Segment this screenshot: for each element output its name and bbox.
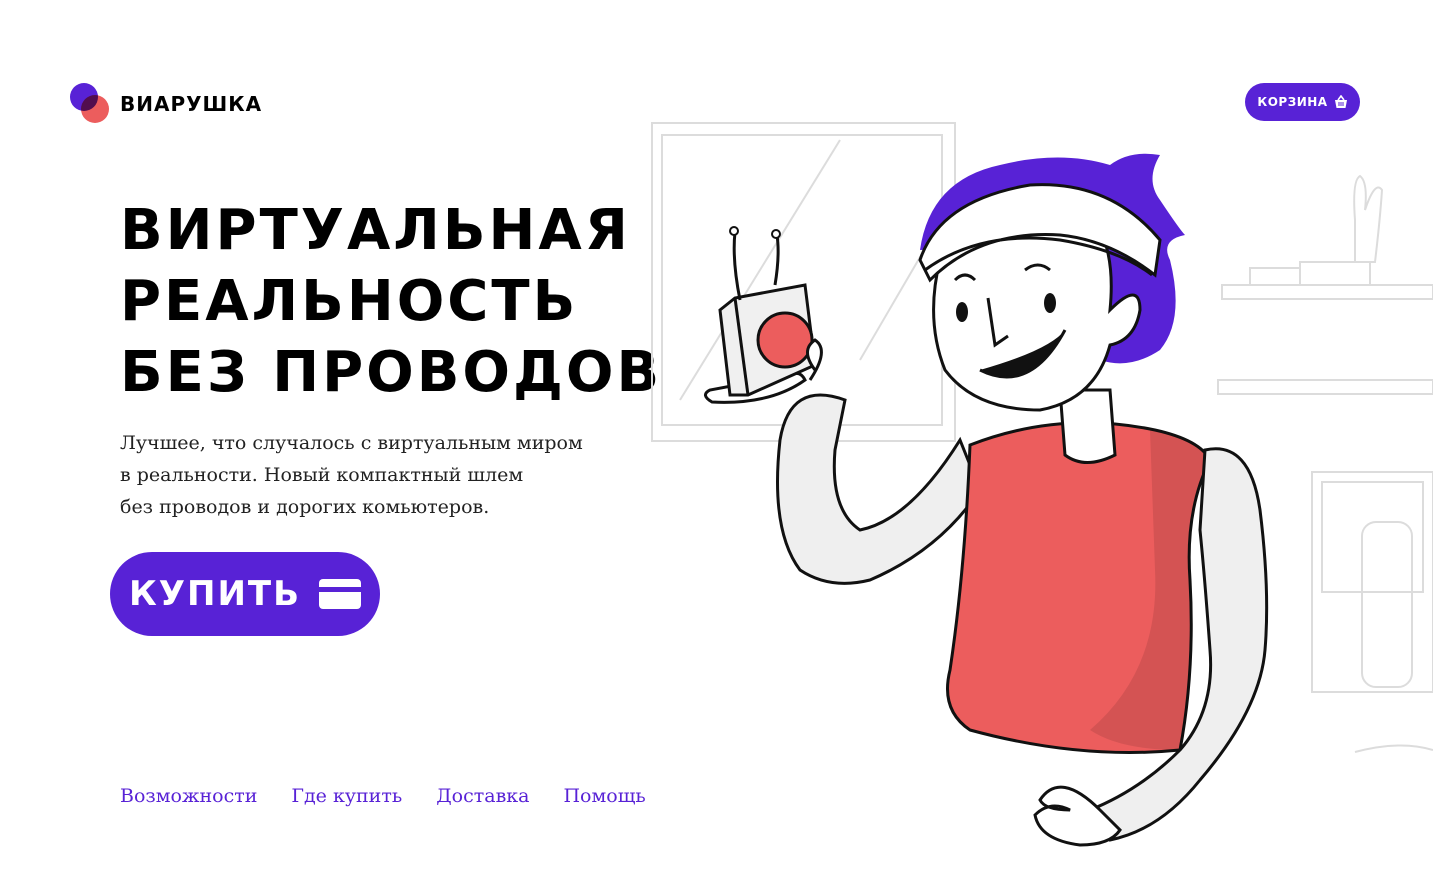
hero-description: Лучшее, что случалось с виртуальным миро… [120, 427, 620, 523]
footer-nav: Возможности Где купить Доставка Помощь [120, 785, 646, 807]
credit-card-icon [319, 579, 362, 609]
description-line: Лучшее, что случалось с виртуальным миро… [120, 432, 583, 454]
hero-title-line: РЕАЛЬНОСТЬ [120, 269, 579, 334]
hero-title-line: ВИРТУАЛЬНАЯ [120, 198, 631, 263]
buy-label: КУПИТЬ [128, 574, 302, 614]
nav-link-where-to-buy[interactable]: Где купить [291, 785, 402, 807]
remote-device [704, 226, 823, 404]
cart-label: КОРЗИНА [1257, 95, 1328, 109]
nav-link-delivery[interactable]: Доставка [436, 785, 529, 807]
nav-link-help[interactable]: Помощь [563, 785, 645, 807]
window-background [651, 122, 956, 442]
vr-user-illustration [651, 122, 1433, 847]
hero-title-line: БЕЗ ПРОВОДОВ [120, 340, 663, 405]
description-line: без проводов и дорогих комьютеров. [120, 496, 490, 518]
hero-title: ВИРТУАЛЬНАЯ РЕАЛЬНОСТЬ БЕЗ ПРОВОДОВ [120, 195, 662, 408]
basket-icon [1334, 95, 1347, 108]
brand-logo[interactable]: ВИАРУШКА [70, 83, 262, 125]
nav-link-features[interactable]: Возможности [120, 785, 257, 807]
description-line: в реальности. Новый компактный шлем [120, 464, 524, 486]
buy-button[interactable]: КУПИТЬ [110, 552, 380, 636]
brand-name: ВИАРУШКА [120, 92, 263, 116]
logo-icon [70, 83, 110, 125]
